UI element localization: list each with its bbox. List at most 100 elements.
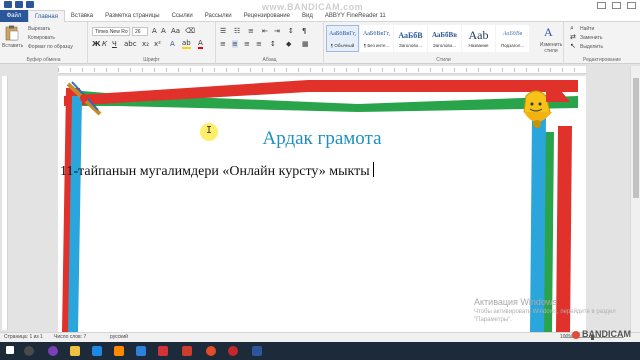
copy-button[interactable]: Копировать [28, 35, 55, 41]
align-right-icon[interactable]: ≡ [244, 40, 250, 48]
document-page[interactable]: Ардак грамота 11-тайпанын мугалимдери «О… [58, 76, 586, 332]
app-icon-3[interactable] [182, 346, 192, 356]
edge-icon[interactable] [92, 346, 102, 356]
windows-activation-title: Активация Windows [474, 297, 557, 307]
increase-indent-icon[interactable]: ⇥ [274, 27, 280, 35]
language-indicator[interactable]: русский [110, 334, 128, 340]
app-icon-1[interactable] [136, 346, 146, 356]
window-controls [597, 2, 636, 9]
vertical-scrollbar[interactable] [630, 66, 640, 332]
explorer-icon[interactable] [70, 346, 80, 356]
shading-icon[interactable]: ◆ [286, 40, 291, 48]
scrollbar-thumb[interactable] [633, 78, 639, 198]
font-group-label: Шрифт [143, 57, 160, 63]
style-heading-2-sample: АаБбВв [431, 31, 458, 39]
editing-group: Найти Заменить Выделить ⌕ ⇄ ↖ Редактиров… [564, 22, 640, 64]
style-heading-1[interactable]: АаБбВ Заголово... [394, 25, 427, 52]
clear-format-icon[interactable]: ⌫ [185, 27, 195, 35]
word-task-icon[interactable] [252, 346, 262, 356]
borders-icon[interactable]: ▦ [302, 40, 309, 48]
select-button[interactable]: Выделить [580, 44, 603, 50]
paragraph-group: ☰ ☷ ≡ ⇤ ⇥ ↕ ¶ ≡ ≡ ≡ ≡ ↕ ◆ ▦ Абзац [216, 22, 324, 64]
style-subtitle-name: Подзагол... [500, 43, 525, 48]
style-no-spacing-name: ¶ Без инте... [363, 43, 390, 48]
numbering-icon[interactable]: ☷ [234, 27, 240, 35]
align-center-icon[interactable]: ≡ [232, 40, 238, 48]
styles-group: АаБбВвГг, ¶ Обычный АаБбВвГг, ¶ Без инте… [324, 22, 564, 64]
start-icon[interactable] [6, 346, 14, 354]
text-caret [372, 162, 374, 177]
close-icon[interactable] [627, 2, 636, 9]
shrink-font-icon[interactable]: A [161, 27, 166, 35]
bandicam-logo: BANDICAM [572, 329, 631, 339]
font-size-select[interactable]: 26 [132, 27, 148, 36]
style-heading-2-name: Заголово... [433, 43, 456, 48]
windows-activation-subtitle: Чтобы активировать Windows, перейдите в … [474, 309, 616, 323]
align-left-icon[interactable]: ≡ [220, 40, 226, 48]
style-heading-1-sample: АаБбВ [398, 31, 423, 40]
horizontal-ruler[interactable] [58, 66, 586, 74]
taskbar [0, 342, 640, 360]
justify-icon[interactable]: ≡ [256, 40, 262, 48]
page-count[interactable]: Страница: 1 из 1 [4, 334, 43, 340]
certificate-title: Ардак грамота [262, 128, 382, 149]
decrease-indent-icon[interactable]: ⇤ [262, 27, 268, 35]
cut-button[interactable]: Вырезать [28, 26, 50, 32]
undo-icon[interactable] [15, 1, 23, 8]
cortana-icon[interactable] [48, 346, 58, 356]
style-no-spacing[interactable]: АаБбВвГг, ¶ Без инте... [360, 25, 393, 52]
change-case-icon[interactable]: Aa [171, 27, 180, 35]
style-normal[interactable]: АаБбВвГг, ¶ Обычный [326, 25, 359, 52]
select-icon: ↖ [570, 42, 576, 50]
paste-icon[interactable] [5, 25, 19, 41]
title-bar: www.BANDICAM.com Файл Главная Вставка Ра… [0, 0, 640, 23]
highlight-icon[interactable]: ab [182, 40, 191, 49]
font-color-icon[interactable]: A [198, 40, 203, 49]
find-button[interactable]: Найти [580, 26, 594, 32]
word-count[interactable]: Число слов: 7 [54, 334, 86, 340]
style-title-sample: Aab [468, 28, 489, 42]
clipboard-group-label: Буфер обмена [26, 57, 61, 63]
font-family-select[interactable]: Times New Ro [92, 27, 130, 36]
line-spacing-icon[interactable]: ↕ [270, 40, 276, 48]
search-icon[interactable] [24, 346, 34, 356]
change-styles-button[interactable]: Изменить стили [538, 42, 564, 54]
pen-decoration-icon [66, 81, 106, 118]
redo-icon[interactable] [26, 1, 34, 8]
firefox-icon[interactable] [114, 346, 124, 356]
chrome-icon[interactable] [206, 346, 216, 356]
paste-button[interactable]: Вставить [2, 43, 23, 49]
change-styles-icon[interactable]: A [542, 25, 558, 39]
strikethrough-icon[interactable]: abc [124, 40, 137, 48]
save-icon[interactable] [4, 1, 12, 8]
text-effects-icon[interactable]: A [170, 40, 175, 48]
bold-icon[interactable]: Ж [92, 40, 101, 48]
style-subtitle[interactable]: АаБбВв Подзагол... [496, 25, 529, 52]
subscript-icon[interactable]: x₂ [142, 40, 149, 48]
superscript-icon[interactable]: x² [154, 40, 161, 48]
bandicam-task-icon[interactable] [228, 346, 238, 356]
multilevel-list-icon[interactable]: ≡ [248, 27, 254, 35]
paragraph-group-label: Абзац [262, 57, 277, 63]
bullets-icon[interactable]: ☰ [220, 27, 226, 35]
maximize-icon[interactable] [612, 2, 621, 9]
minimize-icon[interactable] [597, 2, 606, 9]
underline-icon[interactable]: Ч [112, 40, 117, 48]
style-heading-1-name: Заголово... [399, 43, 422, 48]
style-normal-name: ¶ Обычный [330, 43, 355, 48]
style-title[interactable]: Aab Название [462, 25, 495, 52]
style-heading-2[interactable]: АаБбВв Заголово... [428, 25, 461, 52]
style-subtitle-sample: АаБбВв [502, 31, 523, 37]
app-icon-2[interactable] [158, 346, 168, 356]
certificate-body-line: 11-тайпанын мугалимдери «Онлайн курсту» … [60, 162, 374, 180]
show-marks-icon[interactable]: ¶ [302, 27, 306, 35]
style-no-spacing-sample: АаБбВвГг, [362, 31, 390, 37]
style-normal-sample: АаБбВвГг, [328, 31, 356, 37]
vertical-ruler[interactable] [2, 76, 8, 330]
format-painter-button[interactable]: Формат по образцу [28, 44, 73, 50]
italic-icon[interactable]: К [102, 40, 107, 48]
sort-icon[interactable]: ↕ [288, 27, 294, 35]
grow-font-icon[interactable]: A [152, 27, 157, 35]
quick-access-toolbar [4, 1, 34, 8]
replace-button[interactable]: Заменить [580, 35, 602, 41]
